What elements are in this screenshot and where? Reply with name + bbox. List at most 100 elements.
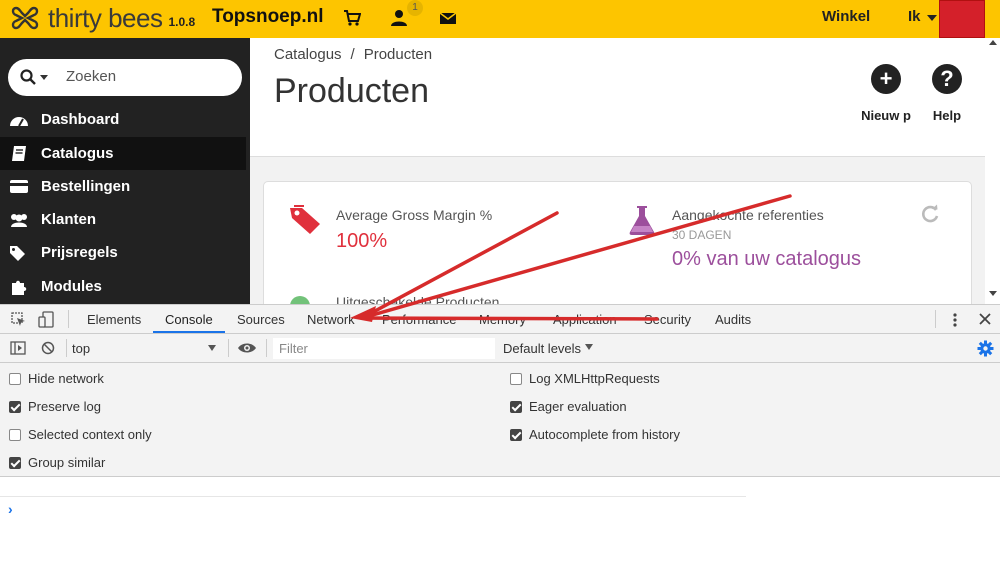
flask-icon (629, 206, 655, 235)
checkbox[interactable] (510, 372, 522, 385)
main-content: Catalogus / Producten Producten + Nieuw p … (250, 38, 985, 312)
clear-console-icon[interactable] (41, 341, 55, 355)
gear-icon[interactable] (977, 340, 994, 357)
tab-sources[interactable]: Sources (237, 312, 285, 327)
scroll-up-arrow-icon[interactable] (989, 40, 997, 45)
add-product-label: Nieuw p (861, 108, 911, 123)
kpi-subtitle: 30 DAGEN (672, 228, 732, 242)
shop-link[interactable]: Winkel (822, 8, 870, 25)
help-label: Help (932, 108, 962, 123)
option-autocomplete-from-history[interactable]: Autocomplete from history (510, 427, 680, 442)
option-label: Autocomplete from history (529, 427, 681, 442)
eye-icon[interactable] (237, 342, 257, 354)
filter-input[interactable] (273, 338, 495, 359)
option-label: Preserve log (28, 399, 101, 414)
inspect-element-icon[interactable] (11, 312, 26, 327)
sidebar: Dashboard Catalogus Bestellingen Klanten… (0, 38, 250, 304)
option-preserve-log[interactable]: Preserve log (9, 399, 101, 414)
plus-circle-icon: + (871, 64, 901, 94)
option-label: Eager evaluation (529, 399, 627, 414)
tab-audits[interactable]: Audits (715, 312, 751, 327)
toolbar-divider (935, 310, 936, 328)
shopping-cart-icon[interactable] (343, 9, 361, 27)
sidebar-item-label: Dashboard (41, 111, 120, 128)
checkbox[interactable] (9, 428, 21, 441)
context-selector[interactable]: top (72, 338, 222, 358)
chevron-down-icon[interactable] (40, 75, 48, 80)
option-log-xmlhttprequests[interactable]: Log XMLHttpRequests (510, 371, 660, 386)
log-levels-dropdown[interactable]: Default levels (503, 341, 581, 356)
avatar[interactable] (939, 0, 985, 38)
more-options-icon[interactable] (951, 312, 959, 328)
sidebar-item-dashboard[interactable]: Dashboard (0, 103, 250, 136)
user-icon[interactable] (390, 9, 408, 27)
question-circle-icon: ? (932, 64, 962, 94)
kpi-gross-margin[interactable]: Average Gross Margin % 100% (288, 204, 588, 264)
checkbox[interactable] (510, 428, 522, 441)
brand-logo[interactable]: thirty bees 1.0.8 (10, 3, 195, 33)
sidebar-item-label: Modules (41, 278, 102, 295)
sidebar-item-label: Catalogus (41, 145, 114, 162)
search-box[interactable] (8, 59, 242, 96)
sidebar-item-prijsregels[interactable]: Prijsregels (0, 236, 250, 269)
option-group-similar[interactable]: Group similar (9, 455, 105, 470)
search-icon[interactable] (20, 69, 36, 85)
console-output[interactable]: › (0, 477, 1000, 564)
sidebar-item-label: Bestellingen (41, 178, 131, 195)
tags-icon (290, 205, 320, 234)
help-button[interactable]: ? Help (917, 64, 977, 123)
kpi-title: Aangekochte referenties (672, 207, 824, 223)
option-eager-evaluation[interactable]: Eager evaluation (510, 399, 627, 414)
tab-performance[interactable]: Performance (382, 312, 456, 327)
kpi-panel: Average Gross Margin % 100% Aangekochte … (263, 181, 972, 312)
close-icon[interactable] (979, 313, 991, 325)
checkbox[interactable] (9, 456, 21, 469)
breadcrumb-catalogus[interactable]: Catalogus (274, 46, 342, 63)
toolbar-divider (66, 339, 67, 357)
sidebar-item-catalogus[interactable]: Catalogus (0, 137, 246, 170)
checkbox[interactable] (510, 400, 522, 413)
option-hide-network[interactable]: Hide network (9, 371, 104, 386)
tab-application[interactable]: Application (553, 312, 617, 327)
dashboard-icon (9, 111, 29, 129)
credit-card-icon (9, 178, 29, 196)
kpi-purchased-references[interactable]: Aangekochte referenties 30 DAGEN 0% van … (624, 204, 924, 274)
tab-elements[interactable]: Elements (87, 312, 141, 327)
show-sidebar-icon[interactable] (10, 341, 26, 355)
sidebar-item-bestellingen[interactable]: Bestellingen (0, 170, 250, 203)
option-selected-context-only[interactable]: Selected context only (9, 427, 152, 442)
tab-memory[interactable]: Memory (479, 312, 526, 327)
checkbox[interactable] (9, 372, 21, 385)
page-header: Catalogus / Producten Producten + Nieuw p … (250, 38, 985, 157)
search-input[interactable] (66, 68, 226, 85)
toolbar-divider (228, 339, 229, 357)
add-product-button[interactable]: + Nieuw p (856, 64, 916, 123)
scroll-down-arrow-icon[interactable] (989, 291, 997, 296)
employee-menu[interactable]: Ik (908, 8, 921, 25)
chevron-down-icon[interactable] (927, 15, 937, 21)
option-label: Log XMLHttpRequests (529, 371, 660, 386)
top-bar: thirty bees 1.0.8 Topsnoep.nl 1 Winkel I… (0, 0, 1000, 38)
breadcrumb: Catalogus / Producten (274, 46, 432, 63)
device-toolbar-icon[interactable] (38, 311, 54, 328)
sidebar-item-klanten[interactable]: Klanten (0, 203, 250, 236)
chevron-down-icon[interactable] (585, 344, 593, 350)
refresh-icon[interactable] (920, 204, 940, 224)
tab-security[interactable]: Security (644, 312, 691, 327)
shop-name[interactable]: Topsnoep.nl (212, 6, 324, 28)
book-icon (9, 145, 29, 163)
checkbox[interactable] (9, 400, 21, 413)
tab-console[interactable]: Console (165, 312, 213, 327)
console-divider (0, 496, 746, 497)
page-title: Producten (274, 72, 429, 110)
envelope-icon[interactable] (439, 9, 457, 27)
sidebar-item-modules[interactable]: Modules (0, 270, 250, 303)
devtools-panel: Elements Console Sources Network Perform… (0, 304, 1000, 564)
toolbar-divider (68, 310, 69, 328)
thirtybees-logo-icon (11, 6, 39, 30)
console-toolbar: top Default levels (0, 334, 1000, 363)
tab-network[interactable]: Network (307, 312, 355, 327)
users-icon (9, 211, 29, 229)
chevron-down-icon[interactable] (208, 345, 216, 351)
console-prompt[interactable]: › (8, 501, 13, 517)
